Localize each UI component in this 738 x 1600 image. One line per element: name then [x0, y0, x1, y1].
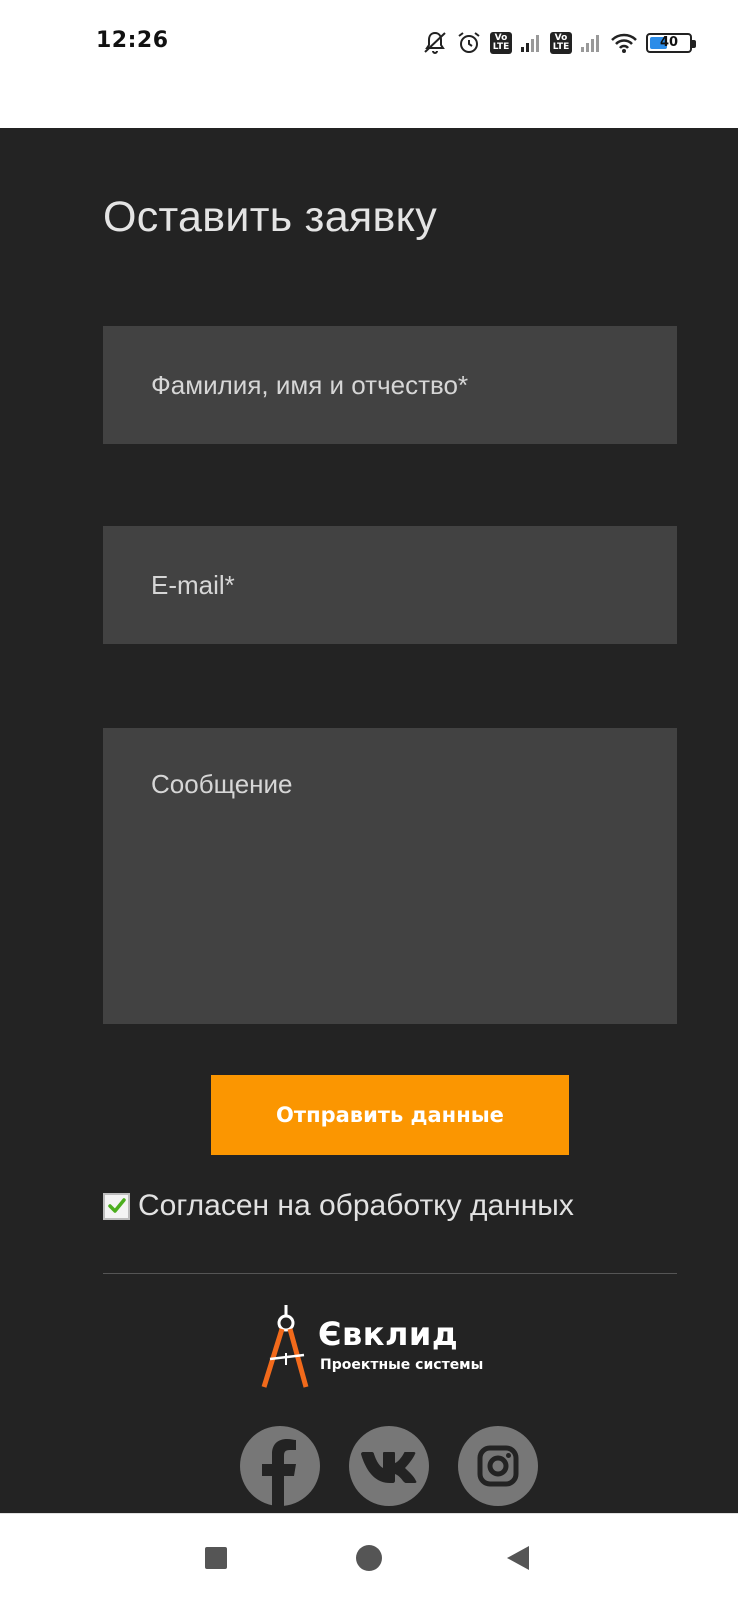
divider	[103, 1273, 677, 1274]
full-name-input[interactable]: Фамилия, имя и отчество*	[103, 326, 677, 444]
volte-badge: Vo LTE	[490, 32, 512, 54]
consent-checkbox[interactable]	[103, 1192, 130, 1220]
status-time: 12:26	[96, 28, 169, 53]
form-title: Оставить заявку	[103, 193, 438, 241]
email-input[interactable]: E-mail*	[103, 526, 677, 644]
contact-form-section: Оставить заявку Фамилия, имя и отчество*…	[0, 128, 738, 1513]
back-button[interactable]	[478, 1514, 558, 1600]
status-icons: Vo LTE Vo LTE 40	[422, 28, 696, 58]
status-bar: 12:26 Vo LTE Vo LTE 40	[0, 0, 738, 128]
volte-badge-2: Vo LTE	[550, 32, 572, 54]
square-icon	[205, 1546, 227, 1569]
battery-icon: 40	[646, 33, 696, 53]
submit-button[interactable]: Отправить данные	[211, 1075, 569, 1155]
vk-link[interactable]	[349, 1426, 429, 1506]
consent-label: Согласен на обработку данных	[138, 1189, 574, 1222]
company-logo[interactable]: Євклид Проектные системы	[258, 1303, 518, 1393]
vk-icon	[361, 1452, 417, 1483]
consent-row[interactable]: Согласен на обработку данных	[103, 1186, 574, 1226]
home-button[interactable]	[329, 1514, 409, 1600]
instagram-icon	[477, 1445, 519, 1487]
logo-name: Євклид	[318, 1315, 459, 1353]
message-textarea[interactable]: Сообщение	[103, 728, 677, 1024]
battery-percent: 40	[659, 35, 679, 50]
wifi-icon	[610, 32, 638, 54]
compass-icon	[261, 1305, 309, 1388]
navigation-bar	[0, 1513, 738, 1600]
checkmark-icon	[107, 1198, 126, 1213]
instagram-link[interactable]	[458, 1426, 538, 1506]
mute-bell-icon	[422, 30, 448, 56]
signal-icon-2	[580, 33, 602, 53]
back-triangle-icon	[507, 1545, 529, 1570]
social-links	[0, 1426, 738, 1506]
facebook-icon	[262, 1439, 296, 1506]
signal-icon	[520, 33, 542, 53]
circle-icon	[356, 1544, 382, 1571]
logo-tagline: Проектные системы	[320, 1357, 484, 1373]
facebook-link[interactable]	[240, 1426, 320, 1506]
recents-button[interactable]	[176, 1514, 256, 1600]
alarm-icon	[456, 30, 482, 56]
